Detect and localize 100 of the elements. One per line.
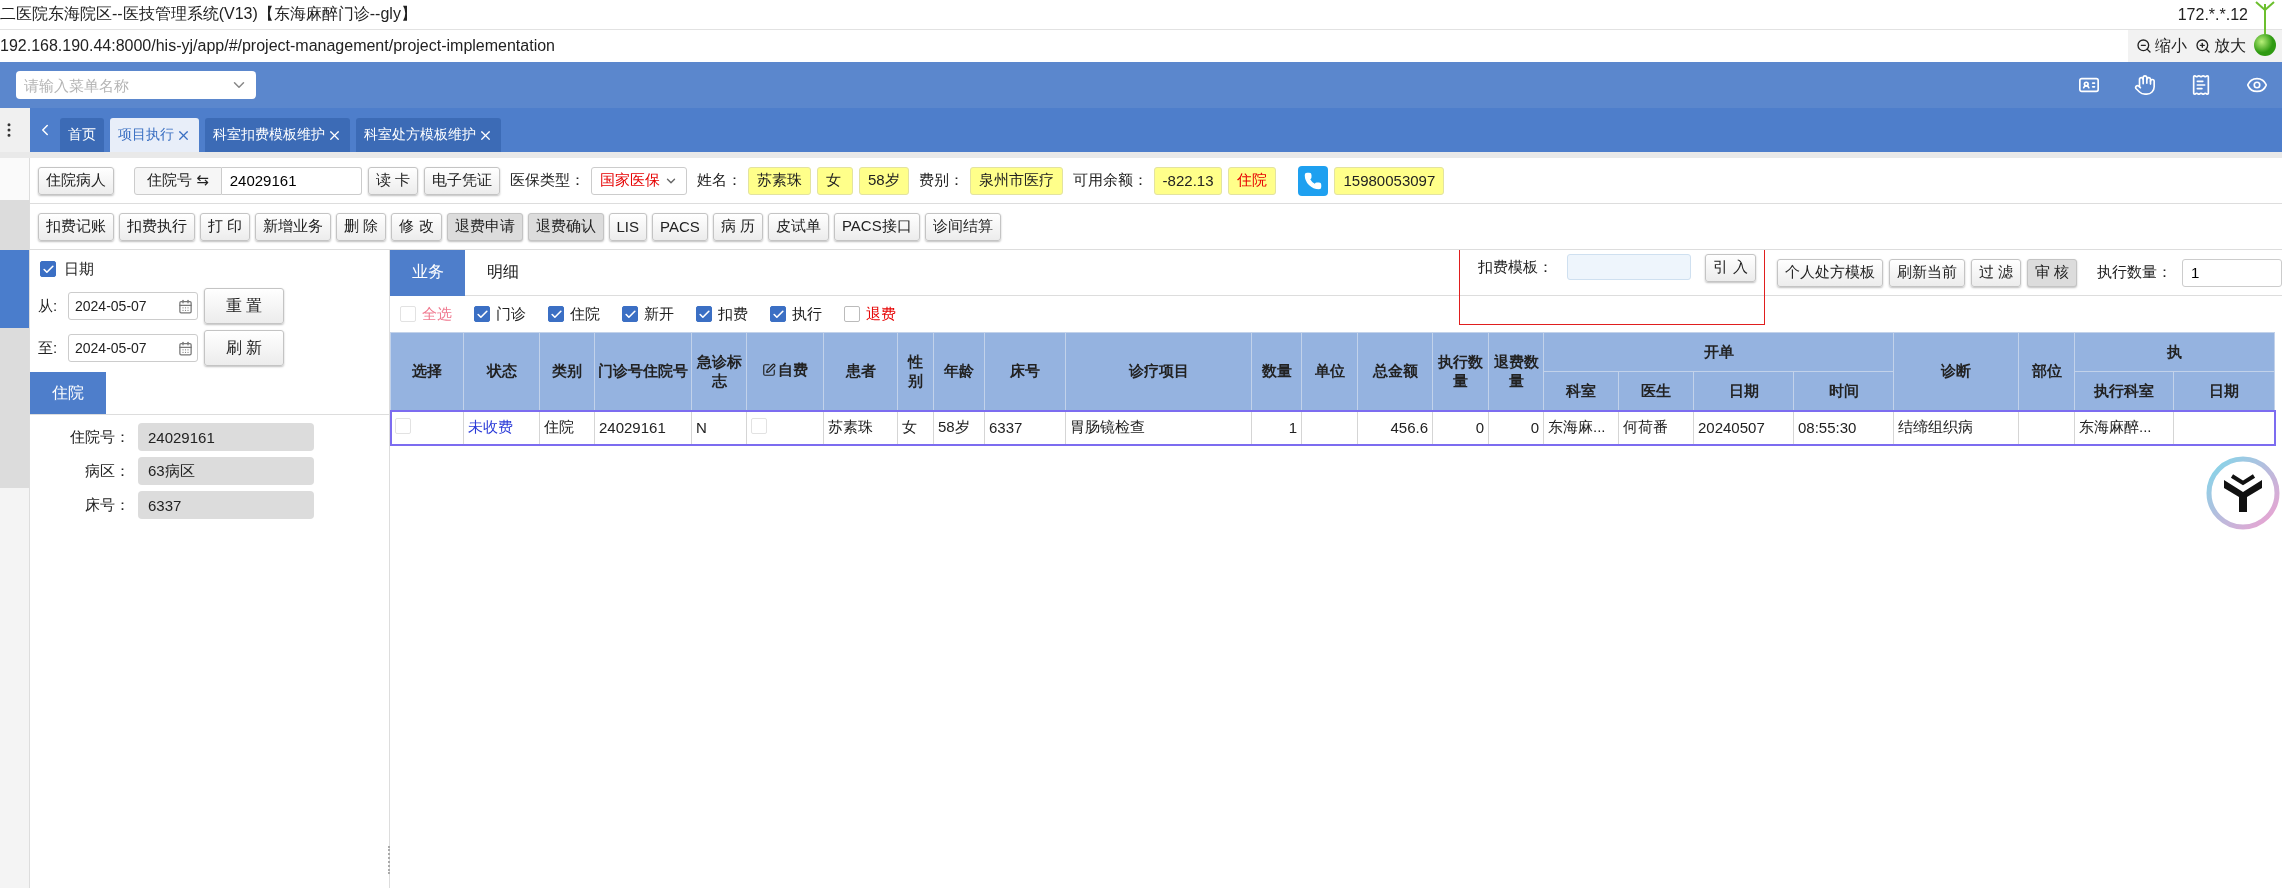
field-label: 住院号 ⇆ <box>134 166 222 195</box>
assistant-logo-icon[interactable] <box>2206 456 2280 530</box>
window-title: 二医院东海院区--医技管理系统(V13)【东海麻醉门诊--gly】 <box>0 4 417 24</box>
column-header: 性别 <box>897 332 934 411</box>
page-tab[interactable]: 科室扣费模板维护 <box>205 118 350 152</box>
filter-checkbox[interactable]: 扣费 <box>696 304 748 324</box>
toolbar-button[interactable]: 扣费记账 <box>38 212 114 241</box>
quantity-field[interactable]: 1 <box>2182 258 2282 287</box>
column-group-header: 执 <box>2074 332 2275 372</box>
info-tag: 女 <box>816 166 853 195</box>
field-label: 费别： <box>918 171 964 190</box>
toolbar-button[interactable]: 新增业务 <box>255 212 332 241</box>
field-label: 姓名： <box>696 171 742 190</box>
field-label: 床号： <box>84 495 130 515</box>
receipt-icon[interactable] <box>2190 74 2212 96</box>
column-header: 科室 <box>1543 371 1619 411</box>
column-header: 执行数量 <box>1432 332 1489 411</box>
toolbar-button[interactable]: 扣费执行 <box>119 212 195 241</box>
column-header: 状态 <box>463 332 540 411</box>
inpatient-number-field[interactable]: 24029161 <box>221 166 362 195</box>
field-label: 可用余额： <box>1072 171 1148 190</box>
phone-icon <box>1298 165 1329 196</box>
calendar-icon[interactable] <box>178 340 193 356</box>
row-checkbox[interactable] <box>395 418 411 434</box>
page-url: 192.168.190.44:8000/his-yj/app/#/project-management/project-implementation <box>0 37 555 55</box>
view-tab[interactable]: 明细 <box>465 250 540 296</box>
patient-button[interactable]: 读 卡 <box>367 166 418 195</box>
field-label: 住院号： <box>69 427 130 447</box>
field-label: 扣费模板： <box>1478 256 1554 277</box>
from-date-field[interactable]: 2024-05-07 <box>68 292 198 320</box>
toolbar-button[interactable]: 病 历 <box>712 212 763 241</box>
filter-checkbox[interactable]: 住院 <box>548 304 600 324</box>
insurance-select[interactable]: 国家医保 <box>590 166 687 195</box>
toolbar-button[interactable]: LIS <box>608 212 648 241</box>
tool-button[interactable]: 个人处方模板 <box>1776 258 1883 287</box>
field-label: 病区： <box>84 461 130 481</box>
field-label: 执行数量： <box>2097 263 2172 282</box>
info-tag: -822.13 <box>1153 166 1223 195</box>
page-tab[interactable]: 项目执行 <box>110 118 199 152</box>
row-checkbox[interactable] <box>751 418 767 434</box>
inpatient-tab[interactable]: 住院 <box>30 372 106 414</box>
column-header: 患者 <box>823 332 898 411</box>
column-header: 日期 <box>2173 371 2275 411</box>
page-tab[interactable]: 首页 <box>60 118 104 152</box>
tool-button[interactable]: 过 滤 <box>1970 258 2021 287</box>
column-header: 退费数量 <box>1488 332 1544 411</box>
toolbar-button[interactable]: PACS接口 <box>833 212 920 241</box>
from-label: 从: <box>38 296 59 316</box>
refresh-button[interactable]: 刷 新 <box>204 330 284 366</box>
check-icon <box>475 307 489 321</box>
check-icon <box>41 262 55 276</box>
toolbar-button[interactable]: 删 除 <box>336 212 387 241</box>
filter-checkbox[interactable]: 退费 <box>844 304 896 324</box>
page-tab[interactable]: 科室处方模板维护 <box>356 118 501 152</box>
column-header: 总金额 <box>1357 332 1433 411</box>
calendar-icon[interactable] <box>178 298 193 314</box>
toolbar-button[interactable]: 退费申请 <box>446 212 523 241</box>
filter-checkbox[interactable]: 新开 <box>622 304 674 324</box>
tool-button[interactable]: 审 核 <box>2026 258 2077 287</box>
date-checkbox[interactable]: 日期 <box>38 256 288 282</box>
patient-button[interactable]: 电子凭证 <box>423 166 500 195</box>
check-icon <box>623 307 637 321</box>
hand-icon[interactable] <box>2134 74 2156 96</box>
split-handle[interactable] <box>388 846 392 874</box>
info-tag: 泉州市医疗 <box>969 166 1063 195</box>
toolbar-button[interactable]: 皮试单 <box>767 212 829 241</box>
to-label: 至: <box>38 338 59 358</box>
column-header: 类别 <box>539 332 595 411</box>
filter-checkbox[interactable]: 执行 <box>770 304 822 324</box>
column-group-header: 开单 <box>1543 332 1894 372</box>
column-header: 床号 <box>984 332 1066 411</box>
readonly-field: 6337 <box>138 491 314 519</box>
toolbar-button[interactable]: PACS <box>652 212 708 241</box>
reset-button[interactable]: 重 置 <box>204 288 284 324</box>
toolbar-button[interactable]: 打 印 <box>200 212 251 241</box>
to-date-field[interactable]: 2024-05-07 <box>68 334 198 362</box>
status-ball-icon <box>2252 0 2278 58</box>
tool-button[interactable]: 刷新当前 <box>1888 258 1965 287</box>
menu-toggle[interactable] <box>0 108 30 152</box>
zoom-out-button[interactable]: 缩小 <box>2136 35 2187 57</box>
column-header: 急诊标志 <box>691 332 747 411</box>
view-tab[interactable]: 业务 <box>390 250 465 296</box>
patient-button[interactable]: 住院病人 <box>38 166 114 195</box>
check-icon <box>771 307 785 321</box>
import-button[interactable]: 引 入 <box>1705 253 1756 282</box>
menu-search-field[interactable]: 请输入菜单名称 <box>16 71 256 99</box>
filter-checkbox[interactable]: 门诊 <box>474 304 526 324</box>
column-header: 时间 <box>1793 371 1894 411</box>
zoom-in-button[interactable]: 放大 <box>2195 35 2246 57</box>
info-tag: 15980053097 <box>1334 166 1445 195</box>
active-menu-marker[interactable] <box>0 250 29 328</box>
column-header: 选择 <box>390 332 464 411</box>
toolbar-button[interactable]: 修 改 <box>391 212 442 241</box>
toolbar-button[interactable]: 诊间结算 <box>924 212 1001 241</box>
readonly-field: 24029161 <box>138 423 314 451</box>
template-field[interactable] <box>1567 253 1692 280</box>
column-header: 医生 <box>1618 371 1694 411</box>
toolbar-button[interactable]: 退费确认 <box>527 212 604 241</box>
column-header: 自费 <box>746 332 824 411</box>
column-header: 日期 <box>1693 371 1794 411</box>
